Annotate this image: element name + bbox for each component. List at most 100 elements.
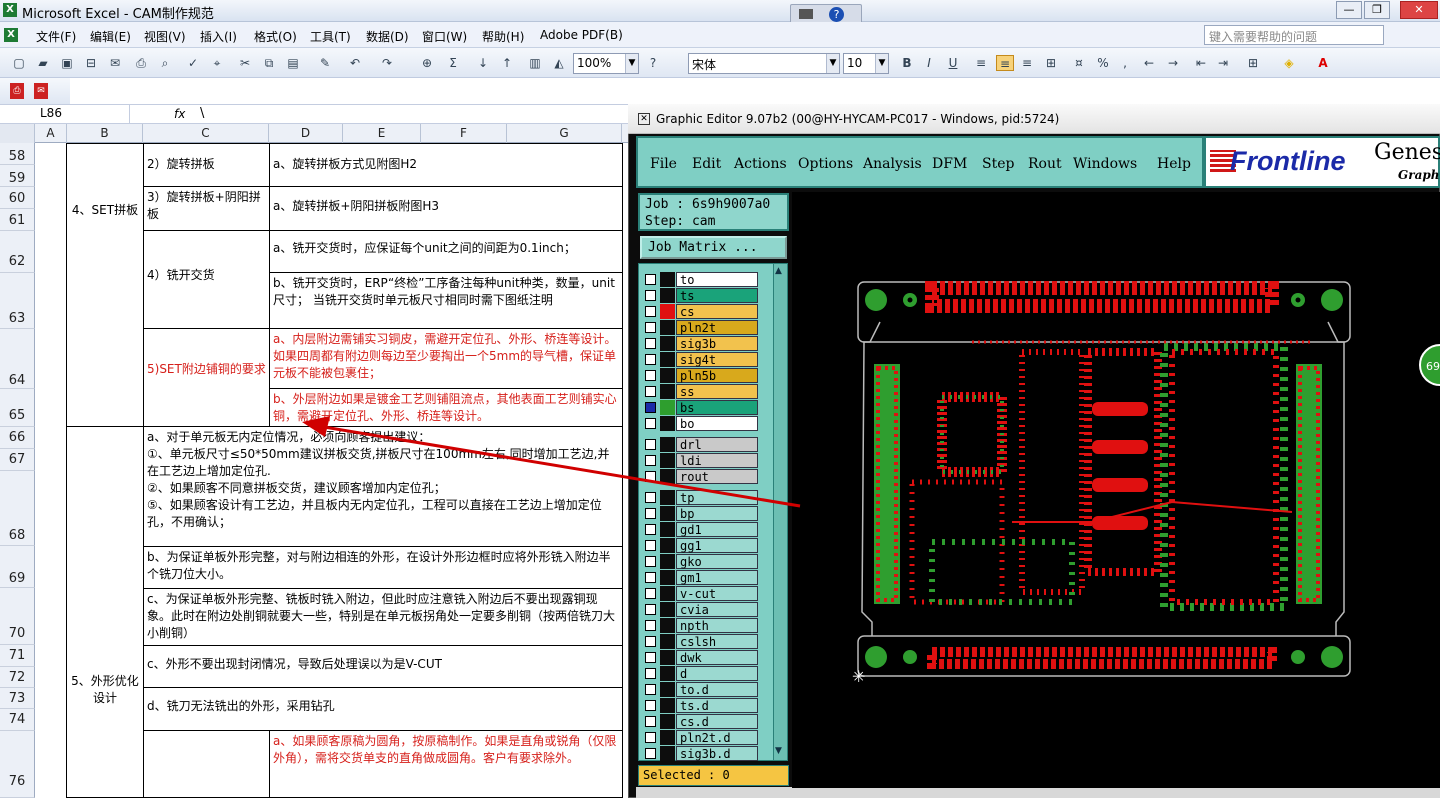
layer-row-cs[interactable]: cs: [642, 304, 758, 319]
layer-color-swatch[interactable]: [660, 682, 675, 697]
print-preview-icon[interactable]: ⌕: [156, 55, 174, 71]
layer-color-swatch[interactable]: [660, 650, 675, 665]
redo-icon[interactable]: ↷: [378, 55, 396, 71]
layer-checkbox[interactable]: [645, 652, 656, 663]
select-all-corner[interactable]: [0, 124, 35, 143]
layer-color-swatch[interactable]: [660, 437, 675, 452]
layer-color-swatch[interactable]: [660, 666, 675, 681]
layer-checkbox[interactable]: [645, 636, 656, 647]
job-matrix-button[interactable]: Job Matrix ...: [640, 236, 787, 259]
layer-name[interactable]: bp: [676, 506, 758, 521]
layer-row-tp[interactable]: tp: [642, 490, 758, 505]
layer-color-swatch[interactable]: [660, 570, 675, 585]
percent-icon[interactable]: %: [1094, 55, 1112, 71]
cell-set-panel[interactable]: 4、SET拼板: [66, 143, 144, 427]
column-header[interactable]: D: [269, 124, 343, 143]
cell-drill-outline[interactable]: d、铣刀无法铣出的外形，采用钻孔: [143, 687, 623, 731]
merge-center-icon[interactable]: ⊞: [1042, 55, 1060, 71]
layer-name[interactable]: pln5b: [676, 368, 758, 383]
layer-color-swatch[interactable]: [660, 538, 675, 553]
layer-checkbox[interactable]: [645, 402, 656, 413]
layer-color-swatch[interactable]: [660, 469, 675, 484]
cell-inner-copper[interactable]: a、内层附边需铺实习铜皮，需避开定位孔、外形、桥连等设计。如果四周都有附边则每边…: [269, 328, 623, 389]
layer-color-swatch[interactable]: [660, 522, 675, 537]
layer-checkbox[interactable]: [645, 588, 656, 599]
layer-row-d[interactable]: d: [642, 666, 758, 681]
layer-color-swatch[interactable]: [660, 272, 675, 287]
ge-menu-analysis[interactable]: Analysis: [863, 156, 922, 172]
layer-color-swatch[interactable]: [660, 714, 675, 729]
chart-icon[interactable]: ▥: [526, 55, 544, 71]
layer-color-swatch[interactable]: [660, 304, 675, 319]
layer-checkbox[interactable]: [645, 572, 656, 583]
row-header[interactable]: 66: [0, 427, 35, 449]
layer-color-swatch[interactable]: [660, 453, 675, 468]
formula-input[interactable]: \: [200, 106, 204, 121]
increase-indent-icon[interactable]: ⇥: [1214, 55, 1232, 71]
layer-color-swatch[interactable]: [660, 746, 675, 761]
layer-checkbox[interactable]: [645, 306, 656, 317]
layer-name[interactable]: pln2t: [676, 320, 758, 335]
layer-name[interactable]: cvia: [676, 602, 758, 617]
row-header[interactable]: 61: [0, 209, 35, 231]
cell-outer-copper[interactable]: b、外层附边如果是镀金工艺则铺阻流点，其他表面工艺则铺实心铜，需避开定位孔、外形…: [269, 388, 623, 427]
layer-checkbox[interactable]: [645, 524, 656, 535]
layer-row-to[interactable]: to: [642, 272, 758, 287]
layer-row-sig3b-d[interactable]: sig3b.d: [642, 746, 758, 761]
sort-descending-icon[interactable]: ↑: [498, 55, 516, 71]
column-header[interactable]: C: [143, 124, 269, 143]
sort-ascending-icon[interactable]: ↓: [474, 55, 492, 71]
row-header[interactable]: 69: [0, 546, 35, 588]
row-header[interactable]: 62: [0, 231, 35, 273]
row-header[interactable]: 68: [0, 471, 35, 546]
layer-name[interactable]: gm1: [676, 570, 758, 585]
scroll-down-icon[interactable]: ▼: [775, 746, 782, 756]
chevron-down-icon[interactable]: ▼: [875, 54, 888, 73]
row-header[interactable]: 63: [0, 273, 35, 329]
layer-color-swatch[interactable]: [660, 384, 675, 399]
cell-no-locating-hole[interactable]: a、对于单元板无内定位情况，必须向顾客提出建议： ①、单元板尺寸≤50*50mm…: [143, 426, 623, 547]
layer-color-swatch[interactable]: [660, 586, 675, 601]
layer-checkbox[interactable]: [645, 439, 656, 450]
layer-color-swatch[interactable]: [660, 698, 675, 713]
layer-row-drl[interactable]: drl: [642, 437, 758, 452]
cell-rotate-yinyang[interactable]: 3）旋转拼板+阴阳拼板: [143, 186, 270, 231]
paste-icon[interactable]: ▤: [284, 55, 302, 71]
layer-row-ldi[interactable]: ldi: [642, 453, 758, 468]
layer-name[interactable]: drl: [676, 437, 758, 452]
layer-name[interactable]: dwk: [676, 650, 758, 665]
layer-row-pln2t[interactable]: pln2t: [642, 320, 758, 335]
layer-name[interactable]: pln2t.d: [676, 730, 758, 745]
cell-empty-c76[interactable]: [143, 730, 270, 798]
pdf-convert-icon[interactable]: ⎙: [10, 83, 24, 99]
minimize-icon[interactable]: —: [1336, 1, 1362, 19]
decrease-indent-icon[interactable]: ⇤: [1192, 55, 1210, 71]
layer-checkbox[interactable]: [645, 492, 656, 503]
font-size-select[interactable]: 10 ▼: [843, 53, 889, 74]
menu-adobe-pdf[interactable]: Adobe PDF(B): [540, 28, 623, 42]
menu-tools[interactable]: 工具(T): [310, 28, 351, 45]
layer-row-rout[interactable]: rout: [642, 469, 758, 484]
menu-file[interactable]: 文件(F): [36, 28, 76, 45]
layer-row-v-cut[interactable]: v-cut: [642, 586, 758, 601]
layer-checkbox[interactable]: [645, 508, 656, 519]
layer-checkbox[interactable]: [645, 540, 656, 551]
layer-scrollbar[interactable]: ▲ ▼: [773, 264, 787, 760]
row-header[interactable]: 67: [0, 449, 35, 471]
menu-view[interactable]: 视图(V): [144, 28, 186, 45]
row-header[interactable]: 58: [0, 143, 35, 165]
layer-name[interactable]: sig3b.d: [676, 746, 758, 761]
layer-color-swatch[interactable]: [660, 416, 675, 431]
cell-set-copper-req[interactable]: 5)SET附边铺铜的要求: [143, 328, 270, 427]
layer-name[interactable]: to.d: [676, 682, 758, 697]
column-header[interactable]: B: [67, 124, 143, 143]
layer-checkbox[interactable]: [645, 290, 656, 301]
underline-icon[interactable]: U: [944, 55, 962, 71]
layer-checkbox[interactable]: [645, 455, 656, 466]
cell-milling-copper[interactable]: c、为保证单板外形完整、铣板时铣入附边，但此时应注意铣入附边后不要出现露铜现象。…: [143, 588, 623, 646]
menu-window[interactable]: 窗口(W): [422, 28, 467, 45]
layer-checkbox[interactable]: [645, 700, 656, 711]
layer-color-swatch[interactable]: [660, 336, 675, 351]
help-icon[interactable]: ?: [644, 55, 662, 71]
layer-color-swatch[interactable]: [660, 618, 675, 633]
